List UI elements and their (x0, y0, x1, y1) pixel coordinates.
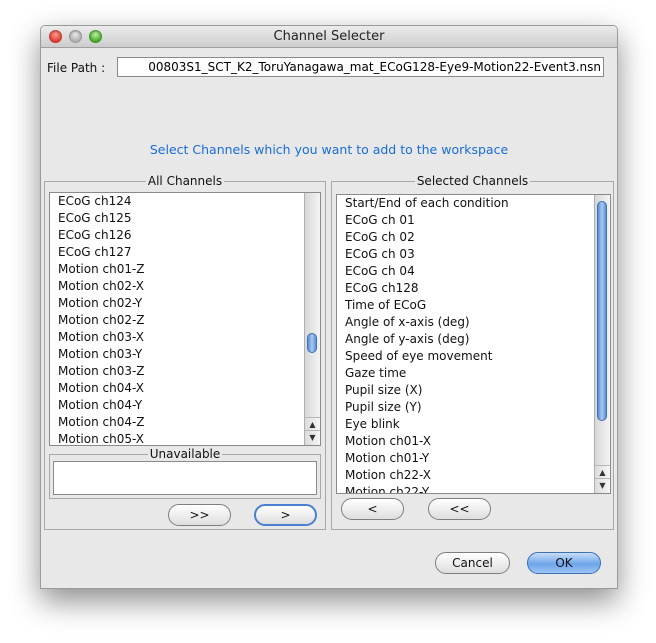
scroll-up-arrow-icon[interactable]: ▲ (595, 465, 610, 479)
list-item[interactable]: Motion ch02-X (50, 278, 304, 295)
list-item[interactable]: Motion ch03-Y (50, 346, 304, 363)
scroll-down-arrow-icon[interactable]: ▼ (595, 478, 610, 492)
list-item[interactable]: Start/End of each condition (337, 195, 594, 212)
list-item[interactable]: Motion ch05-X (50, 431, 304, 445)
list-item[interactable]: Time of ECoG (337, 297, 594, 314)
list-item[interactable]: Motion ch04-X (50, 380, 304, 397)
list-item[interactable]: Motion ch04-Y (50, 397, 304, 414)
all-channels-items: ECoG ch124 ECoG ch125 ECoG ch126 ECoG ch127… (50, 193, 304, 445)
add-all-button[interactable]: >> (168, 504, 231, 526)
list-item[interactable]: Motion ch01-Z (50, 261, 304, 278)
list-item[interactable]: Motion ch02-Z (50, 312, 304, 329)
list-item[interactable]: ECoG ch127 (50, 244, 304, 261)
list-item[interactable]: ECoG ch 03 (337, 246, 594, 263)
list-item[interactable]: Motion ch03-Z (50, 363, 304, 380)
remove-selected-button[interactable]: < (341, 498, 404, 520)
list-item[interactable]: Motion ch02-Y (50, 295, 304, 312)
list-item[interactable]: ECoG ch124 (50, 193, 304, 210)
selected-channels-group: Selected Channels Start/End of each cond… (331, 174, 614, 530)
list-item[interactable]: Motion ch01-Y (337, 450, 594, 467)
selected-channels-title: Selected Channels (414, 174, 531, 188)
list-item[interactable]: ECoG ch128 (337, 280, 594, 297)
all-channels-list[interactable]: ECoG ch124 ECoG ch125 ECoG ch126 ECoG ch127… (49, 192, 321, 446)
list-item[interactable]: ECoG ch 01 (337, 212, 594, 229)
cancel-button[interactable]: Cancel (435, 552, 510, 574)
list-item[interactable]: Pupil size (X) (337, 382, 594, 399)
list-item[interactable]: ECoG ch 04 (337, 263, 594, 280)
list-item[interactable]: Motion ch03-X (50, 329, 304, 346)
list-item[interactable]: ECoG ch126 (50, 227, 304, 244)
all-channels-scrollbar[interactable]: ▲ ▼ (304, 193, 320, 445)
list-item[interactable]: Speed of eye movement (337, 348, 594, 365)
list-item[interactable]: ECoG ch125 (50, 210, 304, 227)
list-item[interactable]: Motion ch04-Z (50, 414, 304, 431)
all-channels-group: All Channels ECoG ch124 ECoG ch125 ECoG ch… (44, 174, 326, 530)
list-item[interactable]: Angle of y-axis (deg) (337, 331, 594, 348)
unavailable-title: Unavailable (147, 447, 223, 461)
selected-channels-scroll-thumb[interactable] (597, 201, 607, 421)
ok-button[interactable]: OK (527, 552, 601, 574)
add-selected-button[interactable]: > (254, 504, 317, 526)
scroll-up-arrow-icon[interactable]: ▲ (305, 417, 320, 431)
selected-channels-scrollbar[interactable]: ▲ ▼ (594, 195, 610, 493)
list-item[interactable]: Gaze time (337, 365, 594, 382)
list-item[interactable]: ECoG ch 02 (337, 229, 594, 246)
list-item[interactable]: Motion ch01-X (337, 433, 594, 450)
selected-channels-list[interactable]: Start/End of each condition ECoG ch 01 ECo… (336, 194, 611, 494)
selected-channels-items: Start/End of each condition ECoG ch 01 ECo… (337, 195, 594, 493)
unavailable-list[interactable] (53, 461, 317, 495)
list-item[interactable]: Motion ch22-Y (337, 484, 594, 493)
remove-all-button[interactable]: << (428, 498, 491, 520)
channel-selecter-window: Channel Selecter File Path : 00803S1_SCT… (40, 25, 618, 589)
list-item[interactable]: Eye blink (337, 416, 594, 433)
file-path-label: File Path : (47, 61, 106, 75)
all-channels-title: All Channels (145, 174, 225, 188)
all-channels-scroll-thumb[interactable] (307, 333, 317, 353)
file-path-field[interactable]: 00803S1_SCT_K2_ToruYanagawa_mat_ECoG128-… (117, 57, 604, 77)
list-item[interactable]: Angle of x-axis (deg) (337, 314, 594, 331)
window-title: Channel Selecter (273, 29, 385, 44)
scroll-down-arrow-icon[interactable]: ▼ (305, 430, 320, 444)
list-item[interactable]: Motion ch22-X (337, 467, 594, 484)
list-item[interactable]: Pupil size (Y) (337, 399, 594, 416)
instruction-text: Select Channels which you want to add to… (149, 142, 509, 157)
unavailable-group: Unavailable (49, 447, 321, 499)
title-bar[interactable]: Channel Selecter (41, 26, 617, 48)
